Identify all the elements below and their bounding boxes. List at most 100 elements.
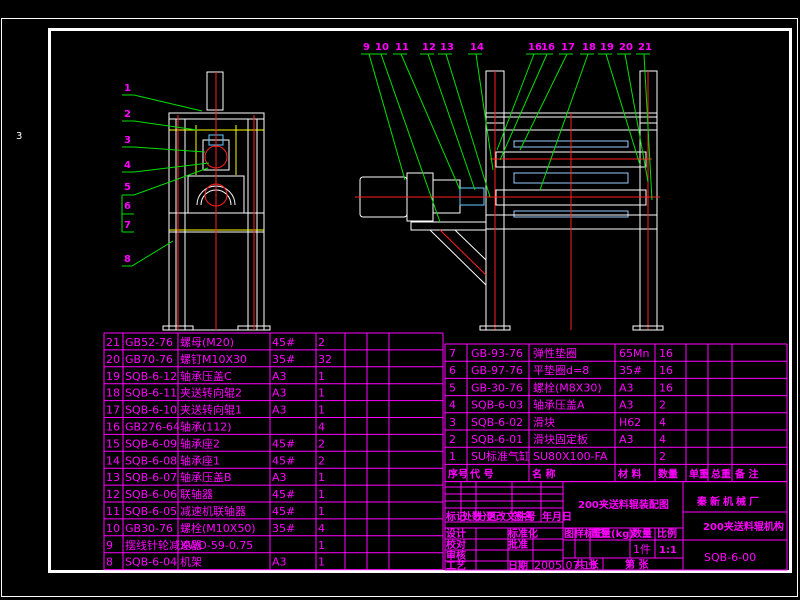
cell: SQB-6-11 (125, 387, 177, 400)
table-header: 序号代 号 名 称 材 料 数量 单重 总重备 注 (448, 467, 758, 480)
table-row: 14 SQB-6-08 轴承座1 45# 2 (106, 453, 325, 467)
header-cell: 总重 (711, 467, 731, 480)
cell: SQB-6-06 (125, 488, 177, 501)
sheet-side-label: 3 (16, 131, 22, 142)
cell: 夹送转向辊1 (180, 403, 242, 417)
cell: 滑块 (533, 416, 555, 429)
cell: 滑块固定板 (533, 432, 588, 446)
header-cell: 备 注 (734, 467, 758, 480)
cell: 21 (106, 336, 120, 349)
cell: XWD-59-0.75 (180, 539, 253, 552)
callout-20: 20 (619, 42, 633, 53)
cell: SQB-6-12 (125, 370, 177, 383)
table-row: 3 SQB-6-02 滑块 H62 4 (449, 416, 666, 429)
cell: 2 (449, 433, 456, 446)
cell: 15 (106, 437, 120, 450)
table-row: 2 SQB-6-01 滑块固定板 A3 4 (449, 432, 666, 446)
cell: 1 (318, 387, 325, 400)
callout-10: 10 (375, 42, 389, 53)
cell: 12 (106, 488, 120, 501)
callout-16: 16 (541, 42, 555, 53)
front-view-callouts: 9 10 11 12 13 14 16 16 17 18 19 20 21 (361, 42, 653, 223)
callout-11: 11 (395, 42, 409, 53)
sheet-number: 第 张 (625, 558, 649, 571)
drawing-number: SQB-6-00 (704, 551, 756, 564)
cell: 1 (318, 404, 325, 417)
table-row: 7 GB-93-76 弹性垫圈 65Mn 16 (449, 346, 673, 360)
sign-label: 工艺 (446, 559, 466, 572)
cell: 2 (318, 437, 325, 450)
cell: 45# (272, 336, 295, 349)
table-row: 10 GB30-76 螺栓(M10X50) 35# 4 (106, 521, 325, 535)
sign-label: 日期 (508, 559, 528, 572)
cell: 2 (659, 399, 666, 412)
callout-14: 14 (470, 42, 484, 53)
cell: 2 (318, 336, 325, 349)
cell: SQB-6-09 (125, 437, 177, 450)
callout-5: 5 (124, 182, 131, 193)
callout-18: 18 (582, 42, 596, 53)
cell: 螺栓(M8X30) (533, 380, 602, 394)
callout-7: 7 (124, 220, 131, 231)
cell: 16 (659, 381, 673, 394)
cell: A3 (619, 381, 634, 394)
cell: 45# (272, 488, 295, 501)
sign-label: 校对 (446, 538, 466, 551)
cell: SQB-6-07 (125, 471, 177, 484)
callout-2: 2 (124, 109, 131, 120)
callout-3: 3 (124, 135, 131, 146)
leader-line (393, 53, 461, 191)
callout-21: 21 (638, 42, 652, 53)
callout-16: 16 (528, 42, 542, 53)
callout-13: 13 (440, 42, 454, 53)
sign-label: 批准 (508, 538, 528, 551)
header-cell: 名 称 (532, 467, 555, 480)
cell: 19 (106, 370, 120, 383)
cell: 轴承座1 (180, 453, 220, 467)
stage-header: 数量 (632, 527, 652, 540)
cell: 减速机联轴器 (180, 504, 246, 518)
cell: 1 (318, 488, 325, 501)
table-row: 15 SQB-6-09 轴承座2 45# 2 (106, 436, 325, 450)
cell: 夹送转向辊2 (180, 386, 242, 400)
cell: 4 (659, 416, 666, 429)
leader-line (496, 53, 540, 151)
cell: 机架 (180, 555, 202, 569)
table-row: 17 SQB-6-10 夹送转向辊1 A3 1 (106, 403, 325, 417)
cell: SQB-6-01 (471, 433, 523, 446)
table-row: 6 GB-97-76 平垫圈d=8 35# 16 (449, 363, 673, 377)
table-row: 16 GB276-64 轴承(112) 4 (106, 420, 325, 434)
callout-17: 17 (561, 42, 575, 53)
callout-4: 4 (124, 160, 131, 171)
callout-19: 19 (600, 42, 614, 53)
cell: 平垫圈d=8 (533, 363, 589, 377)
assembly-name: 200夹送料辊机构 (703, 520, 784, 533)
cell: 18 (106, 387, 120, 400)
cell: GB70-76 (125, 353, 173, 366)
cell: 轴承压盖B (180, 470, 232, 484)
cell: GB-93-76 (471, 347, 523, 360)
table-row: 21 GB52-76 螺母(M20) 45# 2 (106, 336, 325, 349)
cell: GB52-76 (125, 336, 173, 349)
cell: 45# (272, 454, 295, 467)
company-name: 秦新机械厂 (696, 495, 762, 508)
cell: A3 (272, 387, 287, 400)
cell: SQB-6-05 (125, 505, 177, 518)
cell: 轴承(112) (180, 420, 232, 434)
table-row: 13 SQB-6-07 轴承压盖B A3 1 (106, 470, 325, 484)
cell: 35# (619, 364, 642, 377)
header-cell: 单重 (689, 467, 709, 480)
revision-header: 年月日 (542, 510, 572, 523)
cell: 45# (272, 505, 295, 518)
callout-9: 9 (363, 42, 370, 53)
cell: 45# (272, 437, 295, 450)
cell: 轴承压盖C (180, 369, 232, 383)
cell: 螺母(M20) (180, 336, 234, 349)
front-view (355, 70, 664, 331)
cell: 65Mn (619, 347, 649, 360)
cell: 9 (106, 539, 113, 552)
callout-1: 1 (124, 83, 131, 94)
cell: 32 (318, 353, 332, 366)
cell: 弹性垫圈 (533, 346, 577, 360)
leader-line (361, 53, 406, 181)
